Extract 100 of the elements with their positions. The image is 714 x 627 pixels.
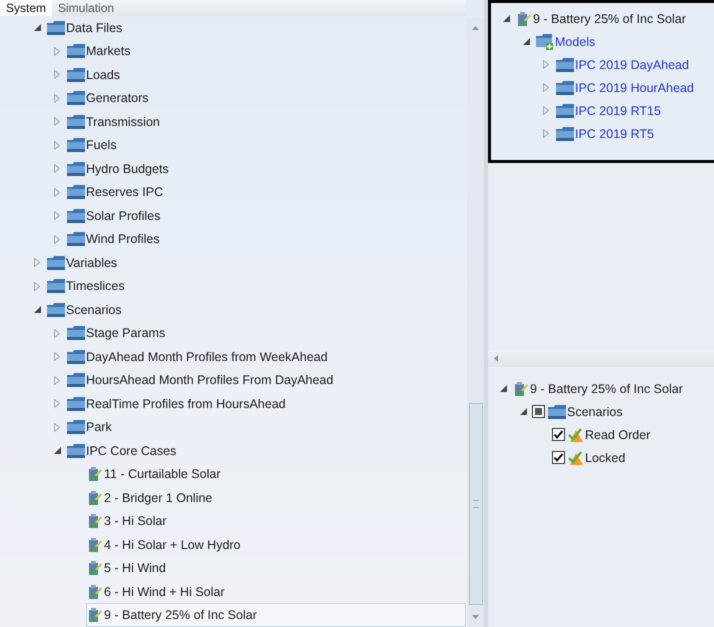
tree-item[interactable]: IPC Core Cases bbox=[66, 438, 184, 463]
scroll-up-icon[interactable] bbox=[472, 26, 479, 30]
collapsed-arrow-icon[interactable] bbox=[54, 352, 60, 362]
tree-item[interactable]: DayAhead Month Profiles from WeekAhead bbox=[66, 344, 335, 369]
checkbox[interactable] bbox=[532, 405, 545, 418]
scenario-icon bbox=[87, 490, 103, 506]
tree-item[interactable]: Models bbox=[535, 30, 602, 54]
scroll-left-icon[interactable] bbox=[494, 355, 498, 362]
folder-icon bbox=[67, 373, 85, 388]
scenario-icon bbox=[87, 560, 103, 576]
folder-icon bbox=[67, 326, 85, 340]
tree-item[interactable]: Stage Params bbox=[66, 321, 172, 346]
tree-item[interactable]: 2 - Bridger 1 Online bbox=[86, 486, 220, 510]
tree-item[interactable]: RealTime Profiles from HoursAhead bbox=[66, 392, 293, 416]
folder-icon bbox=[67, 138, 85, 152]
folder-plus-icon bbox=[536, 34, 554, 50]
tree-item[interactable]: IPC 2019 DayAhead bbox=[555, 52, 696, 76]
checkbox[interactable] bbox=[552, 428, 565, 441]
scenario-icon bbox=[87, 607, 103, 624]
tab[interactable]: System bbox=[0, 0, 52, 16]
folder-icon bbox=[67, 396, 85, 411]
vertical-scrollbar[interactable] bbox=[467, 18, 484, 627]
collapsed-arrow-icon[interactable] bbox=[54, 46, 60, 56]
tree-item[interactable]: IPC 2019 HourAhead bbox=[555, 76, 701, 100]
expanded-arrow-icon[interactable] bbox=[500, 385, 506, 392]
collapsed-arrow-icon[interactable] bbox=[54, 164, 60, 174]
expanded-arrow-icon[interactable] bbox=[522, 38, 530, 45]
horizontal-scrollbar[interactable] bbox=[488, 350, 714, 367]
tab[interactable]: Simulation bbox=[52, 0, 120, 16]
collapsed-arrow-icon[interactable] bbox=[54, 422, 60, 432]
tree-item[interactable]: 4 - Hi Solar + Low Hydro bbox=[86, 532, 248, 557]
collapsed-arrow-icon[interactable] bbox=[54, 140, 60, 150]
folder-icon bbox=[67, 68, 85, 82]
checkbox[interactable] bbox=[552, 451, 565, 464]
collapsed-arrow-icon[interactable] bbox=[54, 188, 60, 197]
folder-icon bbox=[67, 44, 85, 58]
tree-item[interactable]: Locked bbox=[567, 446, 632, 470]
scenario-icon bbox=[87, 536, 103, 553]
folder-icon bbox=[67, 208, 85, 223]
collapsed-arrow-icon[interactable] bbox=[543, 129, 549, 138]
collapsed-arrow-icon[interactable] bbox=[54, 376, 60, 385]
scenario-icon bbox=[87, 466, 103, 482]
collapsed-arrow-icon[interactable] bbox=[54, 94, 60, 103]
tree-item[interactable]: HoursAhead Month Profiles From DayAhead bbox=[66, 368, 340, 392]
collapsed-arrow-icon[interactable] bbox=[543, 106, 549, 115]
tree-item[interactable]: Park bbox=[66, 415, 119, 440]
tree-item[interactable]: Read Order bbox=[567, 422, 658, 446]
tree-item[interactable]: 6 - Hi Wind + Hi Solar bbox=[86, 580, 232, 604]
selected-tree-item[interactable]: 9 - Battery 25% of Inc Solar bbox=[86, 603, 466, 627]
tree-item[interactable]: IPC 2019 RT5 bbox=[555, 122, 661, 146]
collapsed-arrow-icon[interactable] bbox=[54, 70, 60, 80]
folder-icon bbox=[67, 114, 85, 129]
tree-item[interactable]: 3 - Hi Solar bbox=[86, 509, 174, 534]
tree-item[interactable]: Hydro Budgets bbox=[66, 156, 176, 181]
collapsed-arrow-icon[interactable] bbox=[54, 234, 60, 244]
folder-icon bbox=[67, 420, 85, 434]
folder-icon bbox=[47, 20, 65, 35]
collapsed-arrow-icon[interactable] bbox=[54, 117, 60, 126]
folder-icon bbox=[556, 58, 574, 72]
tree-item[interactable]: Variables bbox=[46, 250, 124, 275]
collapsed-arrow-icon[interactable] bbox=[54, 328, 60, 338]
tree-item[interactable]: 11 - Curtailable Solar bbox=[86, 462, 228, 486]
scroll-down-icon[interactable] bbox=[472, 615, 479, 619]
tree-item[interactable]: Scenarios bbox=[46, 298, 129, 322]
tree-item[interactable]: IPC 2019 RT15 bbox=[555, 98, 668, 122]
collapsed-arrow-icon[interactable] bbox=[34, 282, 40, 291]
tree-item[interactable]: Data Files bbox=[46, 16, 130, 40]
folder-icon bbox=[556, 126, 574, 140]
expanded-arrow-icon[interactable] bbox=[54, 447, 60, 454]
grip-icon bbox=[472, 500, 478, 508]
tree-item[interactable]: Scenarios bbox=[547, 400, 630, 424]
folder-icon bbox=[67, 185, 85, 200]
tree-item[interactable]: Transmission bbox=[66, 110, 167, 134]
folder-icon bbox=[67, 162, 85, 176]
tree-item[interactable]: Reserves IPC bbox=[66, 180, 170, 204]
expanded-arrow-icon[interactable] bbox=[520, 408, 526, 415]
collapsed-arrow-icon[interactable] bbox=[54, 211, 60, 220]
expanded-arrow-icon[interactable] bbox=[34, 24, 40, 32]
folder-icon bbox=[556, 80, 574, 94]
tree-item[interactable]: Generators bbox=[66, 86, 156, 110]
scenario-icon bbox=[87, 513, 103, 530]
collapsed-arrow-icon[interactable] bbox=[54, 399, 60, 408]
tree-item[interactable]: Solar Profiles bbox=[66, 204, 168, 228]
tree-item[interactable]: Wind Profiles bbox=[66, 227, 167, 252]
tree-item[interactable]: Loads bbox=[66, 62, 128, 87]
tree-item[interactable]: 9 - Battery 25% of Inc Solar bbox=[515, 6, 693, 30]
expanded-arrow-icon[interactable] bbox=[502, 15, 510, 22]
folder-icon bbox=[47, 279, 65, 294]
collapsed-arrow-icon[interactable] bbox=[34, 258, 40, 268]
collapsed-arrow-icon[interactable] bbox=[543, 60, 549, 69]
folder-icon bbox=[67, 91, 85, 106]
tree-item[interactable]: 9 - Battery 25% of Inc Solar bbox=[512, 376, 690, 400]
expanded-arrow-icon[interactable] bbox=[34, 306, 40, 314]
tree-item[interactable]: Fuels bbox=[66, 133, 124, 158]
check-badge-icon bbox=[568, 450, 584, 466]
tree-item[interactable]: Timeslices bbox=[46, 274, 132, 298]
tree-item[interactable]: 5 - Hi Wind bbox=[86, 556, 173, 580]
scrollbar-thumb[interactable] bbox=[468, 403, 482, 605]
collapsed-arrow-icon[interactable] bbox=[543, 83, 549, 92]
tree-item[interactable]: Markets bbox=[66, 39, 138, 64]
